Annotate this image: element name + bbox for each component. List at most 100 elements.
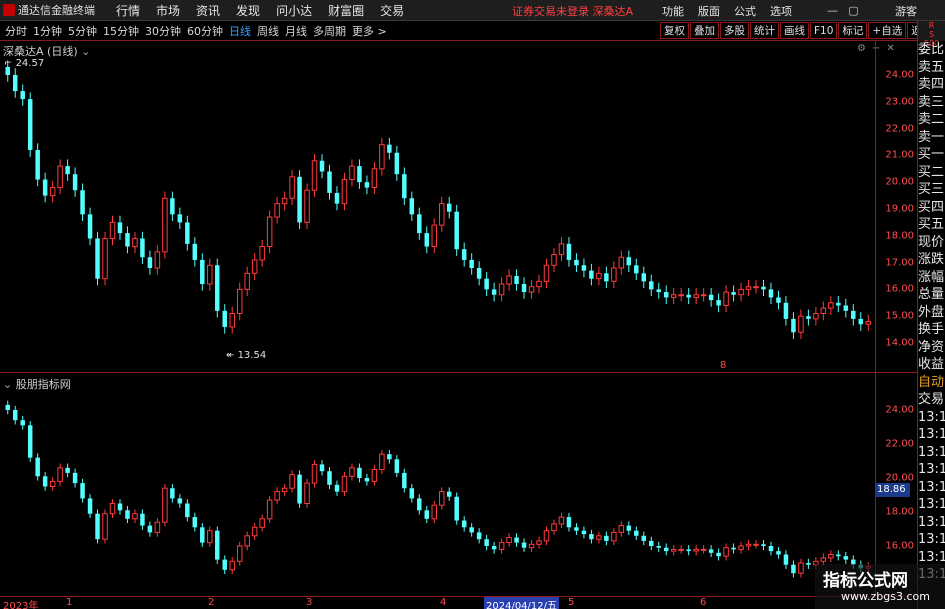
candle-body[interactable] — [589, 270, 594, 279]
candle-body[interactable] — [387, 144, 392, 153]
candle-body[interactable] — [417, 498, 422, 511]
candle-body[interactable] — [42, 179, 48, 196]
candle-body[interactable] — [776, 551, 781, 555]
candle-body[interactable] — [536, 540, 542, 545]
side-item[interactable]: 涨幅 — [918, 269, 945, 287]
candle-body[interactable] — [558, 243, 565, 256]
candle-body[interactable] — [438, 491, 445, 506]
side-item[interactable]: 13:10 — [918, 426, 945, 444]
side-item[interactable]: 净资 — [918, 339, 945, 357]
candle-body[interactable] — [311, 463, 318, 484]
candle-body[interactable] — [723, 547, 729, 557]
candle-body[interactable] — [27, 99, 33, 151]
candle-body[interactable] — [528, 543, 535, 549]
candle-body[interactable] — [42, 476, 48, 487]
candle-body[interactable] — [207, 530, 213, 544]
side-item[interactable]: 委比 — [918, 41, 945, 59]
candle-body[interactable] — [865, 321, 872, 325]
candle-body[interactable] — [484, 539, 489, 546]
side-item[interactable]: 现价 — [918, 234, 945, 252]
candle-body[interactable] — [551, 254, 557, 266]
candle-body[interactable] — [192, 517, 198, 528]
candle-body[interactable] — [806, 316, 811, 319]
candle-body[interactable] — [95, 238, 100, 279]
candle-body[interactable] — [611, 267, 617, 282]
candle-body[interactable] — [596, 535, 602, 540]
candle-body[interactable] — [543, 530, 550, 542]
candle-body[interactable] — [813, 313, 819, 320]
side-item[interactable]: 自动 — [918, 374, 945, 392]
side-item[interactable]: 13:10 — [918, 479, 945, 497]
candle-body[interactable] — [162, 487, 168, 523]
candle-body[interactable] — [843, 305, 849, 311]
candle-body[interactable] — [349, 467, 355, 477]
candle-body[interactable] — [319, 464, 325, 472]
candle-body[interactable] — [371, 168, 378, 189]
side-item[interactable]: 卖五 — [918, 59, 945, 77]
side-item[interactable]: 买二 — [918, 164, 945, 182]
side-item[interactable]: 买三 — [918, 181, 945, 199]
candle-body[interactable] — [768, 546, 774, 552]
candle-body[interactable] — [207, 264, 213, 285]
candle-body[interactable] — [334, 192, 340, 204]
candle-body[interactable] — [27, 425, 33, 458]
candle-body[interactable] — [409, 198, 415, 215]
side-item[interactable]: 13:10 — [918, 461, 945, 479]
candle-body[interactable] — [12, 410, 18, 421]
candle-body[interactable] — [236, 545, 243, 562]
candle-body[interactable] — [604, 535, 609, 541]
candle-body[interactable] — [611, 531, 617, 542]
candle-body[interactable] — [528, 286, 535, 293]
candle-body[interactable] — [514, 276, 519, 285]
candle-body[interactable] — [656, 546, 661, 548]
candle-body[interactable] — [364, 478, 370, 482]
candle-body[interactable] — [311, 160, 318, 191]
side-item[interactable]: 收益 — [918, 356, 945, 374]
candle-body[interactable] — [761, 544, 766, 546]
candlestick-chart[interactable] — [0, 0, 875, 596]
candle-body[interactable] — [446, 203, 452, 212]
candle-body[interactable] — [670, 548, 677, 552]
candle-body[interactable] — [251, 259, 258, 274]
candle-body[interactable] — [162, 197, 168, 253]
side-item[interactable]: 13:10 — [918, 409, 945, 427]
side-item[interactable]: 13:10 — [918, 444, 945, 462]
candle-body[interactable] — [304, 189, 310, 223]
candle-body[interactable] — [678, 294, 684, 297]
candle-body[interactable] — [536, 280, 542, 288]
candle-body[interactable] — [686, 549, 691, 552]
candle-body[interactable] — [35, 150, 40, 180]
candle-body[interactable] — [506, 537, 512, 544]
candle-body[interactable] — [626, 257, 632, 266]
candle-body[interactable] — [215, 530, 220, 560]
candle-body[interactable] — [177, 498, 183, 504]
candle-body[interactable] — [229, 313, 235, 328]
candle-body[interactable] — [686, 294, 691, 298]
side-item[interactable]: 卖二 — [918, 111, 945, 129]
candle-body[interactable] — [394, 459, 400, 473]
candle-body[interactable] — [57, 165, 63, 189]
candle-body[interactable] — [87, 214, 93, 239]
candle-body[interactable] — [185, 503, 190, 518]
candle-body[interactable] — [147, 257, 153, 268]
candle-body[interactable] — [753, 543, 759, 546]
candle-body[interactable] — [109, 221, 116, 239]
candle-body[interactable] — [424, 233, 430, 247]
candle-body[interactable] — [222, 310, 227, 327]
candle-body[interactable] — [649, 540, 654, 546]
candle-body[interactable] — [379, 453, 385, 471]
candle-body[interactable] — [80, 190, 85, 215]
candle-body[interactable] — [154, 521, 161, 533]
candle-body[interactable] — [634, 265, 639, 274]
candle-body[interactable] — [574, 527, 579, 531]
candle-body[interactable] — [618, 256, 625, 269]
side-item[interactable]: 买一 — [918, 146, 945, 164]
candle-body[interactable] — [574, 259, 579, 266]
candle-body[interactable] — [170, 488, 175, 499]
candle-body[interactable] — [783, 302, 789, 319]
candle-body[interactable] — [259, 246, 265, 261]
candle-body[interactable] — [543, 264, 550, 282]
candle-body[interactable] — [634, 530, 639, 536]
candle-body[interactable] — [327, 171, 332, 193]
candle-body[interactable] — [521, 284, 527, 293]
